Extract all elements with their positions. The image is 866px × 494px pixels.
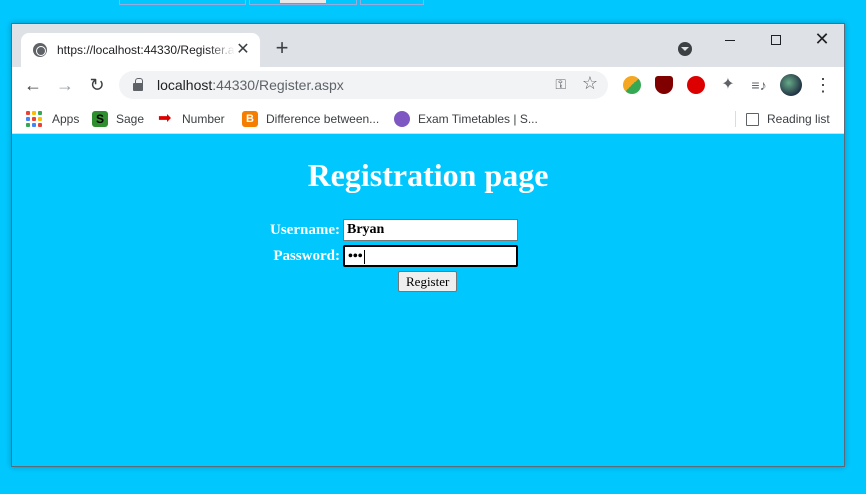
tab-register[interactable]: https://localhost:44330/Register.aspx ✕ [21, 33, 260, 67]
star-icon[interactable]: ☆ [582, 73, 598, 94]
close-window-button[interactable]: ✕ [799, 24, 845, 54]
bookmark-number[interactable]: ➡ Number [158, 108, 225, 130]
forward-button[interactable]: → [52, 72, 78, 98]
university-icon [394, 111, 410, 127]
apps-grid-dot [26, 111, 30, 115]
ublock-icon[interactable] [655, 76, 673, 94]
page-title: Registration page [307, 157, 549, 193]
minimize-icon [725, 39, 735, 41]
bookmarks-divider [735, 111, 736, 127]
lock-icon[interactable] [133, 78, 143, 91]
desktop-fragment [119, 0, 246, 5]
password-mask: ••• [348, 249, 363, 264]
bookmark-label: Sage [116, 112, 145, 126]
apps-grid-dot [38, 117, 42, 121]
tab-title: https://localhost:44330/Register.aspx [57, 43, 235, 57]
profile-avatar[interactable] [780, 74, 802, 96]
bookmark-label: Exam Timetables | S... [418, 112, 538, 126]
username-row: Username: Bryan [262, 219, 518, 241]
reading-list-button[interactable]: Reading list [746, 108, 830, 130]
password-label: Password: [273, 247, 340, 264]
blogger-icon: B [242, 111, 258, 127]
username-input[interactable]: Bryan [343, 219, 518, 241]
back-button[interactable]: ← [20, 72, 46, 98]
apps-grid-dot [32, 123, 36, 127]
maximize-icon [771, 35, 781, 46]
page-content: Registration page Username: Bryan Passwo… [12, 135, 844, 466]
globe-icon [33, 43, 47, 57]
apps-grid-dot [38, 123, 42, 127]
bookmark-label: Apps [52, 112, 80, 126]
password-row: Password: ••• [262, 245, 518, 267]
adblock-icon[interactable] [687, 76, 705, 94]
desktop-fragment [360, 0, 424, 5]
password-input[interactable]: ••• [343, 245, 518, 267]
bookmark-sage[interactable]: S Sage [92, 108, 144, 130]
puzzle-icon[interactable]: ✦ [719, 76, 737, 94]
reading-list-icon [746, 112, 759, 126]
sage-icon: S [92, 111, 108, 127]
address-bar[interactable]: localhost:44330/Register.aspx ⚿ ☆ [119, 71, 608, 99]
username-label: Username: [270, 221, 340, 238]
browser-window: https://localhost:44330/Register.aspx ✕ … [11, 23, 845, 467]
new-tab-button[interactable]: + [270, 37, 294, 61]
close-tab-icon[interactable]: ✕ [234, 41, 252, 59]
apps-grid-dot [32, 111, 36, 115]
bookmarks-bar: Apps S Sage ➡ Number B Difference betwee… [12, 103, 844, 134]
bookmark-difference[interactable]: B Difference between... [242, 108, 379, 130]
reload-button[interactable]: ↻ [84, 72, 110, 98]
url-text[interactable]: localhost:44330/Register.aspx [157, 77, 344, 93]
bookmark-exam[interactable]: Exam Timetables | S... [394, 108, 538, 130]
register-button[interactable]: Register [398, 271, 458, 292]
arrow-right-icon: ➡ [158, 110, 172, 127]
browser-toolbar: ← → ↻ localhost:44330/Register.aspx ⚿ ☆ … [12, 67, 844, 103]
bookmark-apps[interactable]: Apps [26, 108, 79, 130]
apps-grid-dot [38, 111, 42, 115]
apps-grid-dot [26, 117, 30, 121]
key-icon[interactable]: ⚿ [555, 76, 566, 93]
tab-search-icon[interactable] [678, 42, 692, 56]
bookmark-label: Reading list [767, 112, 830, 126]
minimize-button[interactable] [707, 24, 753, 54]
extension-user-icon[interactable] [623, 76, 641, 94]
media-playlist-icon[interactable]: ≡♪ [750, 76, 768, 94]
maximize-button[interactable] [753, 24, 799, 54]
menu-icon[interactable]: ⋮ [814, 72, 832, 98]
url-path: :44330/Register.aspx [212, 77, 344, 93]
apps-grid-icon [26, 111, 42, 127]
bookmark-label: Difference between... [266, 112, 380, 126]
tab-strip: https://localhost:44330/Register.aspx ✕ … [12, 24, 844, 67]
desktop-fragment [249, 0, 357, 5]
apps-grid-dot [32, 117, 36, 121]
bookmark-label: Number [182, 112, 225, 126]
text-caret [363, 249, 365, 264]
url-host: localhost [157, 77, 213, 93]
apps-grid-dot [26, 123, 30, 127]
